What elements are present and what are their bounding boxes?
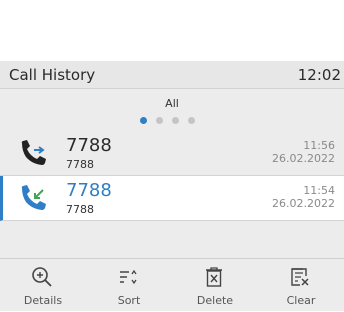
call-date: 26.02.2022 — [272, 152, 335, 165]
clock: 12:02 — [297, 66, 341, 84]
page-dot — [172, 117, 179, 124]
header-bar: Call History 12:02 — [0, 61, 344, 89]
clear-label: Clear — [286, 294, 316, 307]
filter-selector[interactable]: All — [0, 90, 344, 128]
call-date: 26.02.2022 — [272, 197, 335, 210]
incoming-call-icon — [19, 184, 49, 212]
phone-screen: Call History 12:02 All 7788 7788 11:56 2… — [0, 61, 344, 311]
zoom-in-icon — [32, 267, 52, 287]
contact-number: 7788 — [66, 158, 94, 171]
filter-label: All — [165, 97, 179, 110]
call-row-selected[interactable]: 7788 7788 11:54 26.02.2022 — [0, 176, 344, 221]
call-time: 11:54 — [303, 184, 335, 197]
call-time: 11:56 — [303, 139, 335, 152]
contact-number: 7788 — [66, 203, 94, 216]
contact-name: 7788 — [66, 180, 112, 201]
call-row[interactable]: 7788 7788 11:56 26.02.2022 — [0, 131, 344, 176]
clear-button[interactable]: Clear — [258, 259, 344, 312]
call-list: 7788 7788 11:56 26.02.2022 7788 7788 11:… — [0, 131, 344, 221]
page-dot — [156, 117, 163, 124]
sort-label: Sort — [117, 294, 141, 307]
delete-button[interactable]: Delete — [172, 259, 258, 312]
softkey-bar: Details Sort Delete Clear — [0, 258, 344, 311]
details-button[interactable]: Details — [0, 259, 86, 312]
page-dot — [188, 117, 195, 124]
clear-list-icon — [291, 268, 309, 286]
outgoing-call-icon — [19, 139, 49, 167]
page-title: Call History — [9, 66, 96, 84]
delete-label: Delete — [196, 294, 234, 307]
page-dot — [140, 117, 147, 124]
sort-icon — [120, 269, 137, 285]
contact-name: 7788 — [66, 135, 112, 156]
details-label: Details — [23, 294, 63, 307]
sort-button[interactable]: Sort — [86, 259, 172, 312]
delete-icon — [206, 267, 222, 287]
